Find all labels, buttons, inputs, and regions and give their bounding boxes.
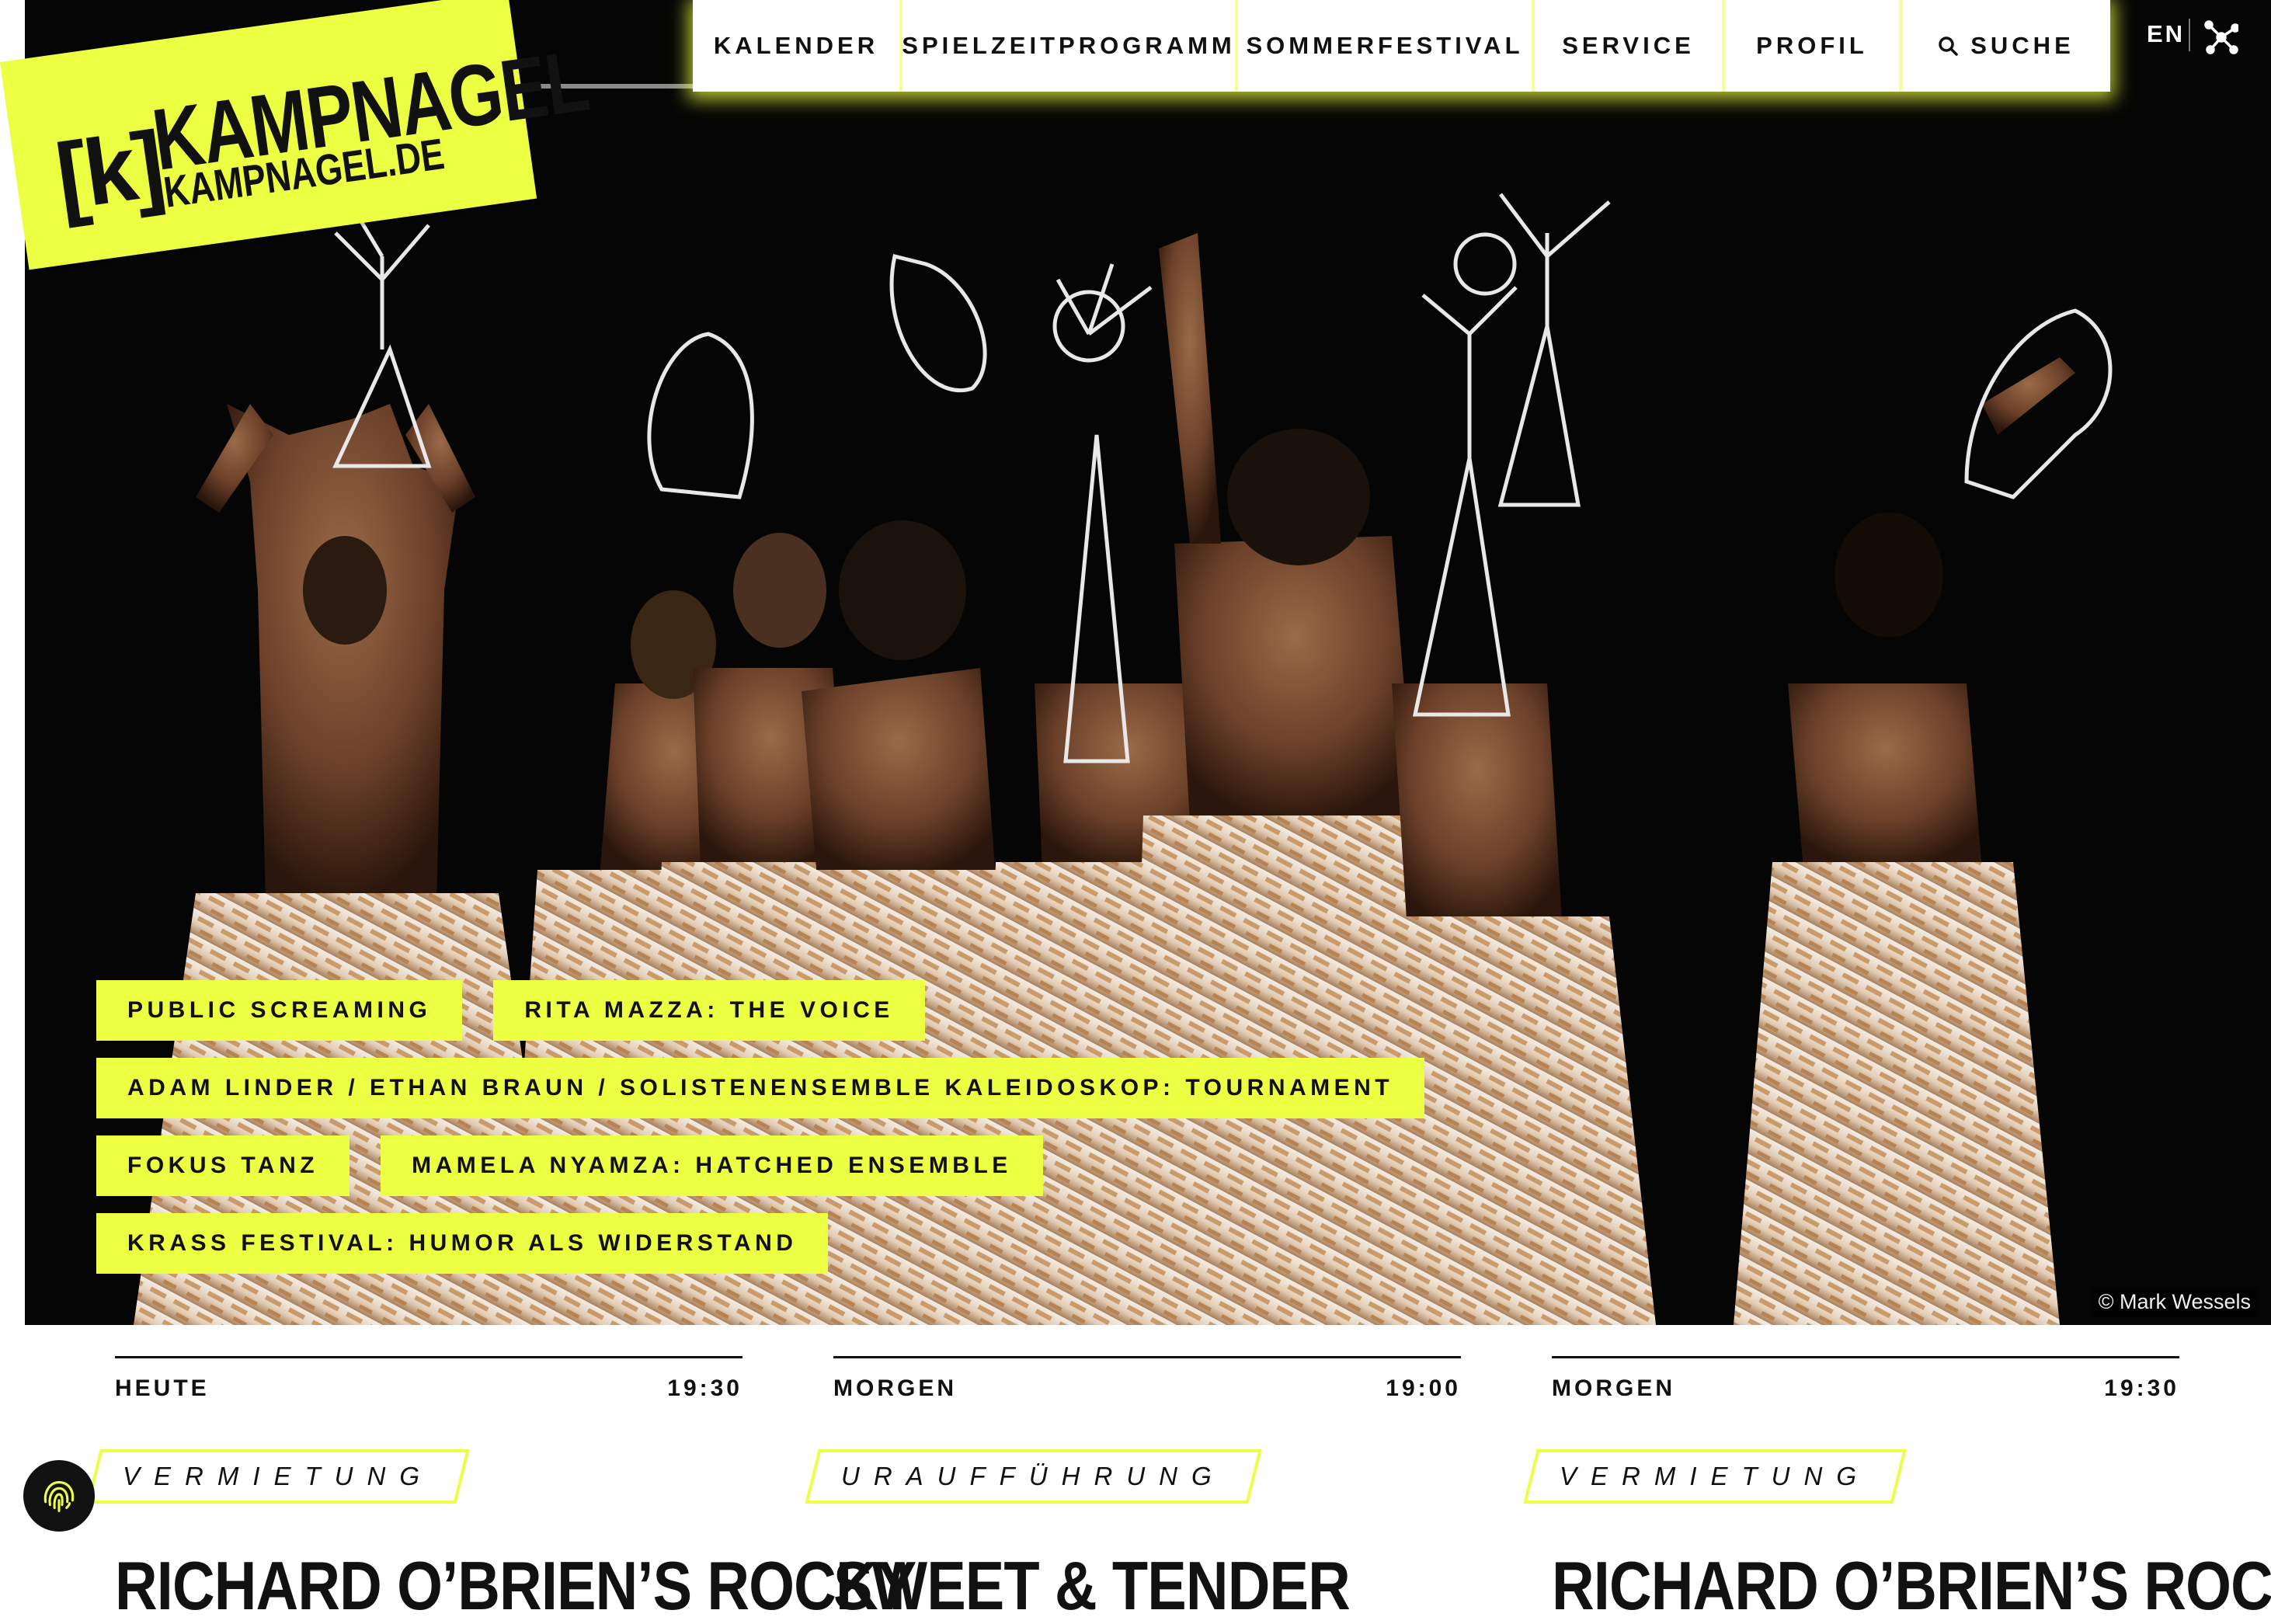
event-list: HEUTE 19:30 VERMIETUNG RICHARD O’BRIEN’S…: [0, 1325, 2271, 1620]
event-title[interactable]: RICHARD O’BRIEN’S ROCKY: [115, 1552, 916, 1620]
event-badge: VERMIETUNG: [86, 1449, 470, 1504]
event-day: HEUTE: [115, 1375, 210, 1401]
nav-label: PROFIL: [1756, 32, 1868, 59]
tag-mamela-nyamza[interactable]: MAMELA NYAMZA: HATCHED ENSEMBLE: [381, 1135, 1043, 1196]
divider: [1552, 1356, 2179, 1358]
event-badge: URAUFFÜHRUNG: [805, 1449, 1262, 1504]
nav-label: SOMMERFESTIVAL: [1246, 32, 1524, 59]
nav-spielzeitprogramm[interactable]: SPIELZEITPROGRAMM: [902, 0, 1238, 92]
event-badge: VERMIETUNG: [1523, 1449, 1907, 1504]
event-day: MORGEN: [833, 1375, 957, 1401]
photo-credit: © Mark Wessels: [2090, 1287, 2259, 1317]
tag-fokus-tanz[interactable]: FOKUS TANZ: [96, 1135, 350, 1196]
network-icon[interactable]: [2204, 20, 2238, 54]
event-title[interactable]: SWEET & TENDER: [833, 1552, 1351, 1620]
main-nav: KALENDER SPIELZEITPROGRAMM SOMMERFESTIVA…: [693, 0, 2110, 92]
nav-profil[interactable]: PROFIL: [1725, 0, 1902, 92]
tag-tournament[interactable]: ADAM LINDER / ETHAN BRAUN / SOLISTENENSE…: [96, 1058, 1425, 1118]
tag-public-screaming[interactable]: PUBLIC SCREAMING: [96, 980, 463, 1041]
nav-label: SUCHE: [1970, 32, 2075, 59]
divider: [115, 1356, 743, 1358]
event-card[interactable]: MORGEN 19:30 VERMIETUNG RICHARD O’BRIEN’…: [1523, 1356, 2271, 1620]
logo-mark: [k]: [50, 112, 169, 230]
accessibility-button[interactable]: [23, 1460, 95, 1532]
language-switch[interactable]: EN: [2147, 20, 2185, 48]
nav-service[interactable]: SERVICE: [1535, 0, 1725, 92]
nav-sommerfestival[interactable]: SOMMERFESTIVAL: [1238, 0, 1535, 92]
event-time: 19:00: [1386, 1375, 1461, 1401]
event-card[interactable]: HEUTE 19:30 VERMIETUNG RICHARD O’BRIEN’S…: [86, 1356, 916, 1620]
tag-rita-mazza[interactable]: RITA MAZZA: THE VOICE: [493, 980, 925, 1041]
nav-kalender[interactable]: KALENDER: [693, 0, 902, 92]
tag-krass-festival[interactable]: KRASS FESTIVAL: HUMOR ALS WIDERSTAND: [96, 1213, 829, 1274]
nav-suche[interactable]: SUCHE: [1902, 0, 2110, 92]
event-title[interactable]: RICHARD O’BRIEN’S ROCKY: [1552, 1552, 2271, 1620]
nav-label: SPIELZEITPROGRAMM: [902, 32, 1236, 59]
search-icon: [1939, 37, 1958, 56]
fingerprint-icon: [43, 1481, 75, 1512]
event-card[interactable]: MORGEN 19:00 URAUFFÜHRUNG SWEET & TENDER: [805, 1356, 1461, 1620]
event-time: 19:30: [2104, 1375, 2179, 1401]
nav-label: KALENDER: [713, 32, 879, 59]
nav-label: SERVICE: [1562, 32, 1695, 59]
divider: [2189, 19, 2190, 51]
event-time: 19:30: [667, 1375, 743, 1401]
event-day: MORGEN: [1552, 1375, 1675, 1401]
divider: [833, 1356, 1461, 1358]
